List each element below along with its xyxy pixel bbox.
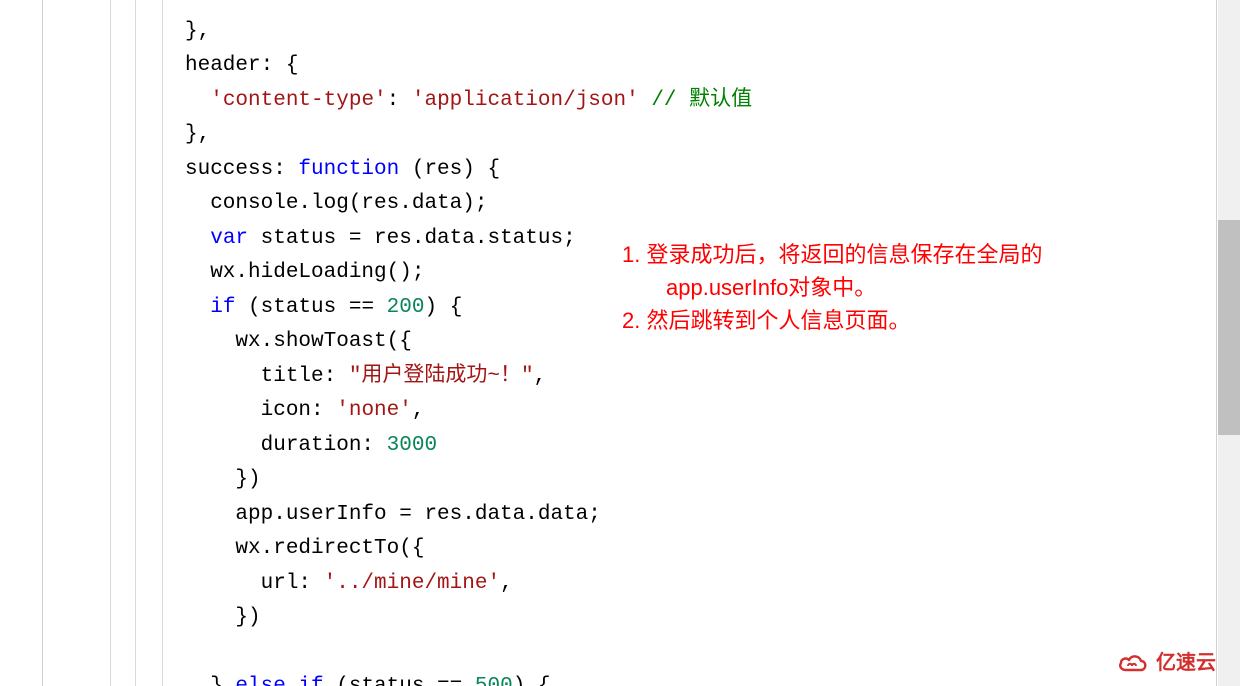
code-line: header: { [185,54,298,77]
code-token-string: '../mine/mine' [324,572,500,595]
code-token-keyword: function [298,158,399,181]
code-token: : [387,89,412,112]
code-token-string: "用户登陆成功~！" [349,365,534,388]
annotation-item: 2. 然后跳转到个人信息页面。 [622,304,1182,337]
code-token: } [185,675,235,686]
annotation-overlay: 1. 登录成功后，将返回的信息保存在全局的 app.userInfo对象中。 2… [622,238,1182,337]
code-token-string: 'application/json' [412,89,639,112]
cloud-icon [1118,652,1148,674]
code-line: console.log(res.data); [185,192,487,215]
code-line: wx.hideLoading(); [185,261,424,284]
code-line: }, [185,123,210,146]
code-line: }, [185,20,210,43]
code-token [185,296,210,319]
watermark: 亿速云 [1118,646,1216,681]
code-token: title: [185,365,349,388]
indent-guide [110,0,111,686]
code-line: 'content-type': 'application/json' // 默认… [185,89,752,112]
code-token: ) { [513,675,551,686]
annotation-item: 1. 登录成功后，将返回的信息保存在全局的 [622,238,1182,271]
annotation-text: 登录成功后，将返回的信息保存在全局的 [646,242,1042,267]
code-token-keyword: if [210,296,235,319]
code-token: (status == [324,675,475,686]
indent-guide [135,0,136,686]
code-token [185,227,210,250]
watermark-text: 亿速云 [1156,646,1216,681]
code-token-number: 500 [475,675,513,686]
code-line: wx.showToast({ [185,330,412,353]
code-line: }) [185,468,261,491]
code-token: , [412,399,425,422]
code-token-comment: // 默认值 [639,89,752,112]
code-token: success: [185,158,298,181]
code-token: ) { [424,296,462,319]
code-line: wx.redirectTo({ [185,537,424,560]
code-line: var status = res.data.status; [185,227,576,250]
code-line: } else if (status == 500) { [185,675,551,686]
code-editor-viewport: }, header: { 'content-type': 'applicatio… [42,0,1217,686]
scrollbar-thumb[interactable] [1218,220,1240,435]
annotation-number: 2. [622,308,646,333]
code-token: (status == [235,296,386,319]
code-line: app.userInfo = res.data.data; [185,503,601,526]
annotation-number: 1. [622,242,646,267]
indent-guide [162,0,163,686]
code-token: icon: [185,399,336,422]
code-token-number: 200 [387,296,425,319]
annotation-text: app.userInfo对象中。 [622,271,1182,304]
annotation-text: 然后跳转到个人信息页面。 [646,308,910,333]
code-line: success: function (res) { [185,158,500,181]
code-token-keyword: else if [235,675,323,686]
code-line: duration: 3000 [185,434,437,457]
code-token: url: [185,572,324,595]
code-line: }) [185,606,261,629]
code-token: duration: [185,434,387,457]
code-token: , [500,572,513,595]
code-token-keyword: var [210,227,248,250]
code-token: status = res.data.status; [248,227,576,250]
code-token: , [534,365,547,388]
code-token-number: 3000 [387,434,437,457]
code-token-string: 'none' [336,399,412,422]
code-token: (res) { [399,158,500,181]
code-line: url: '../mine/mine', [185,572,513,595]
code-area[interactable]: }, header: { 'content-type': 'applicatio… [185,0,752,686]
code-line: icon: 'none', [185,399,424,422]
code-line: if (status == 200) { [185,296,462,319]
code-line: title: "用户登陆成功~！", [185,365,546,388]
code-token-string: 'content-type' [210,89,386,112]
